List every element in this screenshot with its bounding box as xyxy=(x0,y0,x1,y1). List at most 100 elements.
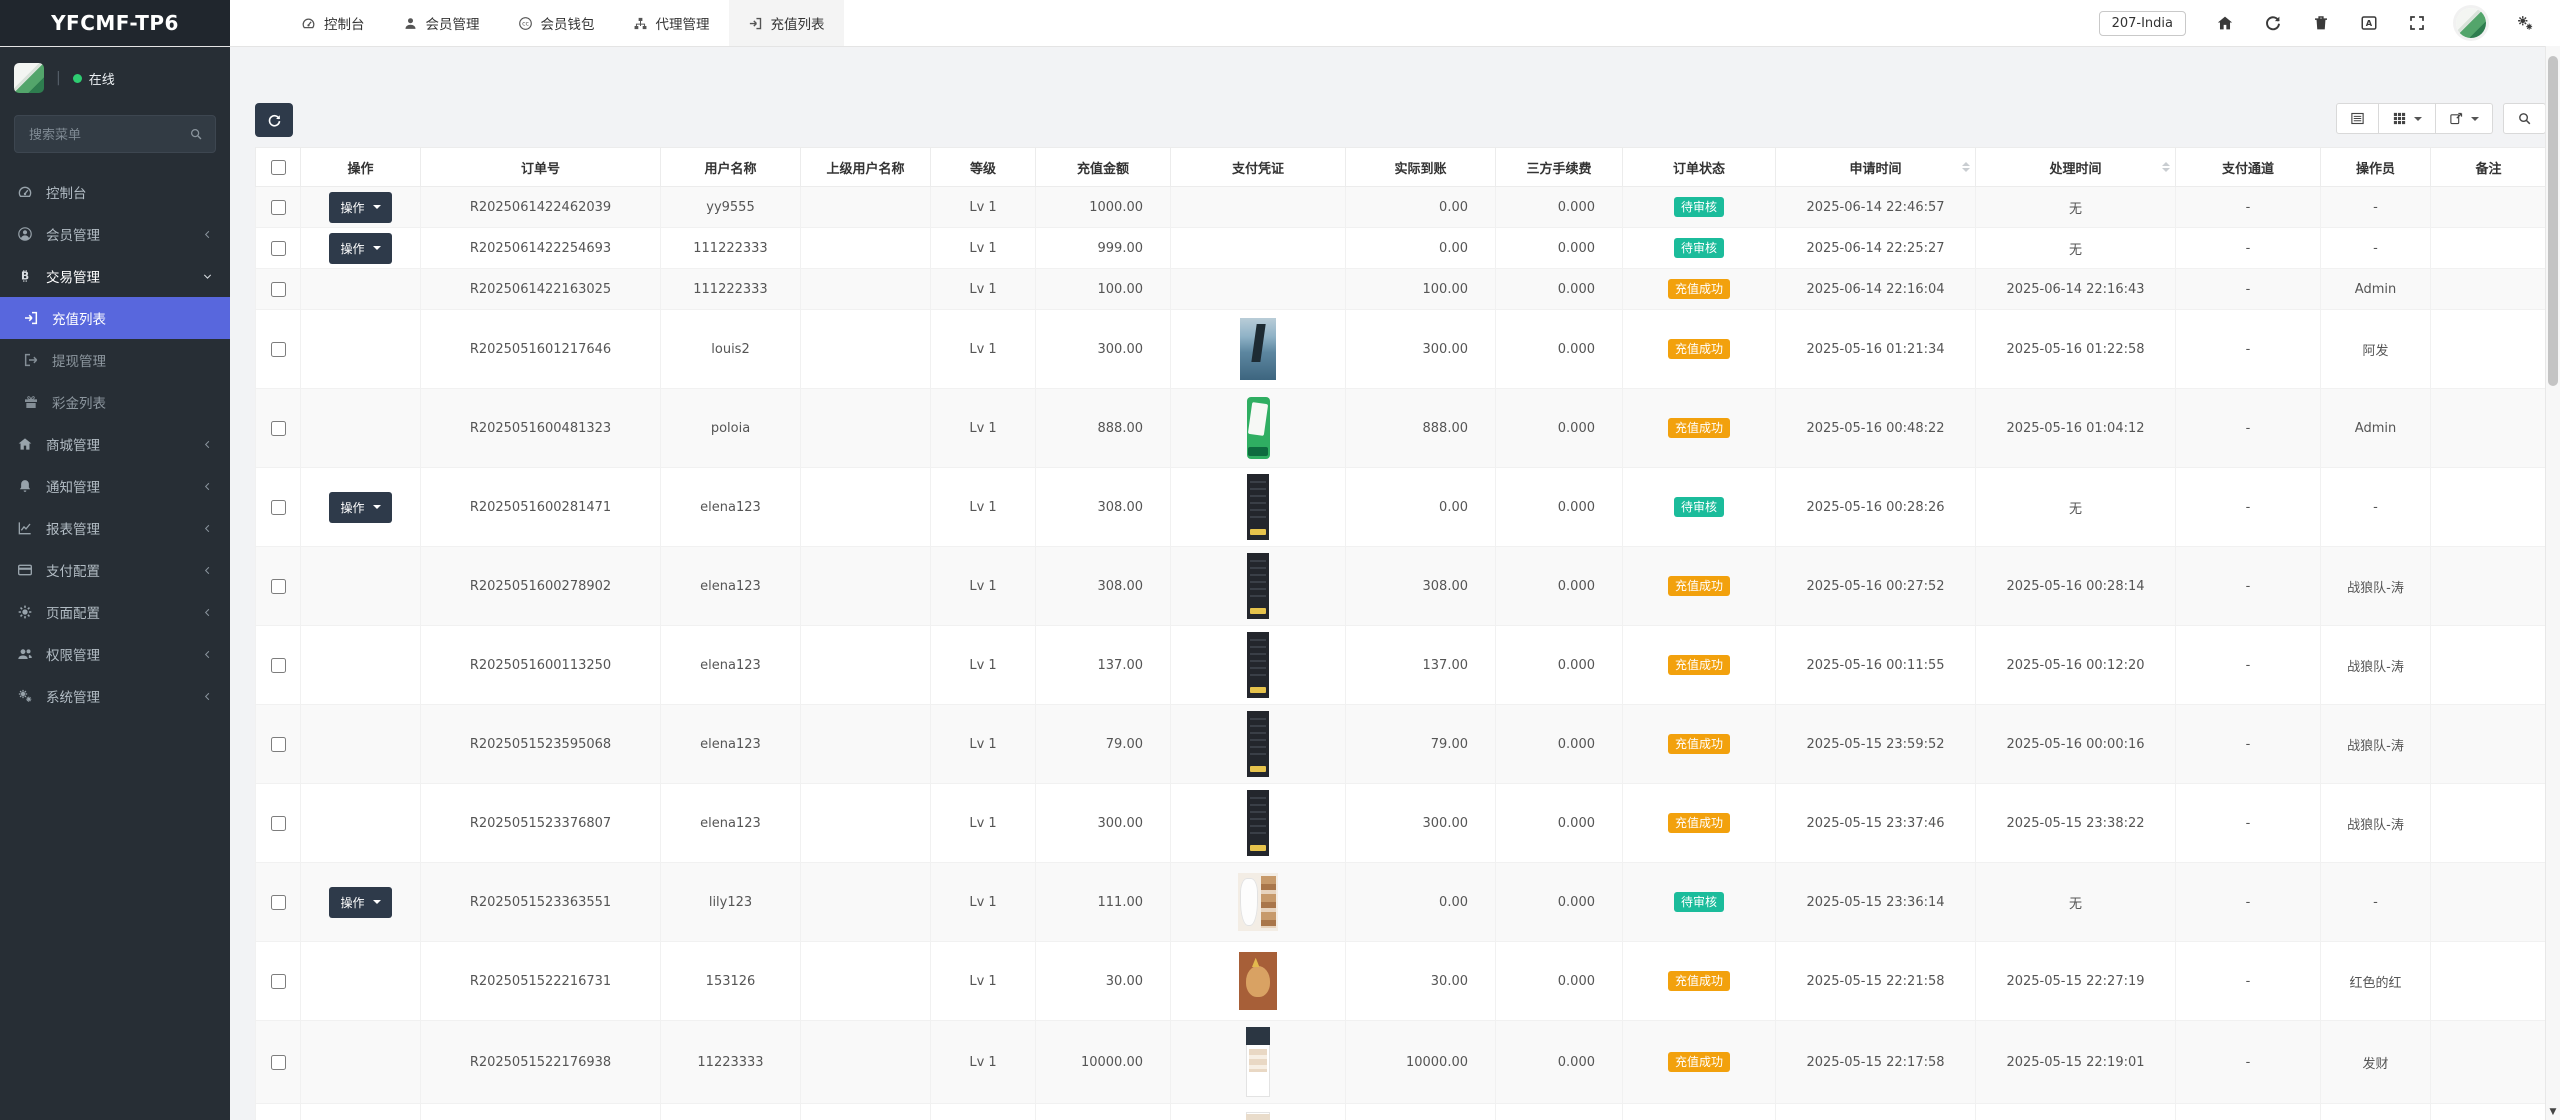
topbar-settings-button[interactable] xyxy=(2516,14,2534,32)
sidebar-item-withdraw-mgmt[interactable]: 提现管理 xyxy=(0,339,230,381)
language-icon: A xyxy=(2360,14,2378,32)
row-checkbox[interactable] xyxy=(271,895,286,910)
payment-voucher-image[interactable] xyxy=(1247,632,1269,698)
cell-parent xyxy=(801,310,931,389)
sidebar-item-member-mgmt[interactable]: 会员管理 xyxy=(0,213,230,255)
cell-action xyxy=(301,626,421,705)
cell-order-no: R2025051600281471 xyxy=(421,468,661,547)
cell-actual: 10000.00 xyxy=(1346,1021,1496,1104)
row-checkbox[interactable] xyxy=(271,241,286,256)
sidebar-item-dashboard[interactable]: 控制台 xyxy=(0,171,230,213)
column-header-process_time[interactable]: 处理时间 xyxy=(1976,148,2176,187)
row-checkbox[interactable] xyxy=(271,200,286,215)
cell-action: 操作 xyxy=(301,1104,421,1120)
refresh-table-button[interactable] xyxy=(255,103,293,137)
cell-level: Lv 1 xyxy=(931,1021,1036,1104)
sidebar-item-bonus-list[interactable]: 彩金列表 xyxy=(0,381,230,423)
row-checkbox[interactable] xyxy=(271,579,286,594)
topbar-home-button[interactable] xyxy=(2216,14,2234,32)
cell-status: 待审核 xyxy=(1623,863,1776,942)
row-checkbox[interactable] xyxy=(271,816,286,831)
tab-member-wallet[interactable]: cc会员钱包 xyxy=(499,0,614,46)
payment-voucher-image[interactable] xyxy=(1247,790,1269,856)
tab-member-mgmt[interactable]: 会员管理 xyxy=(384,0,499,46)
sidebar-item-recharge-list[interactable]: 充值列表 xyxy=(0,297,230,339)
select-all-checkbox[interactable] xyxy=(271,160,286,175)
topbar-language-button[interactable]: A xyxy=(2360,14,2378,32)
sidebar-item-trade-mgmt[interactable]: B交易管理 xyxy=(0,255,230,297)
row-checkbox[interactable] xyxy=(271,1055,286,1070)
tab-recharge-list[interactable]: 充值列表 xyxy=(729,0,844,46)
export-button[interactable] xyxy=(2436,103,2493,134)
sort-icon[interactable] xyxy=(1962,162,1970,172)
topbar-refresh-button[interactable] xyxy=(2264,14,2282,32)
row-checkbox[interactable] xyxy=(271,500,286,515)
payment-voucher-image[interactable] xyxy=(1246,1112,1270,1120)
payment-voucher-image[interactable] xyxy=(1246,1027,1270,1097)
cell-checkbox xyxy=(256,1021,301,1104)
tab-dashboard[interactable]: 控制台 xyxy=(282,0,384,46)
menu-search-input[interactable] xyxy=(27,126,189,143)
row-checkbox[interactable] xyxy=(271,737,286,752)
topbar-fullscreen-button[interactable] xyxy=(2408,14,2426,32)
cell-parent xyxy=(801,942,931,1021)
cell-status: 待审核 xyxy=(1623,1104,1776,1120)
sidebar-item-report-mgmt[interactable]: 报表管理 xyxy=(0,507,230,549)
cell-voucher xyxy=(1171,269,1346,310)
search-icon xyxy=(189,127,203,141)
sidebar-item-notice-mgmt[interactable]: 通知管理 xyxy=(0,465,230,507)
action-label: 操作 xyxy=(340,199,364,216)
cell-action xyxy=(301,784,421,863)
column-header-action: 操作 xyxy=(301,148,421,187)
chevron-left-icon xyxy=(202,649,213,660)
cell-level: Lv 1 xyxy=(931,784,1036,863)
row-checkbox[interactable] xyxy=(271,658,286,673)
user-avatar[interactable] xyxy=(14,63,44,93)
row-action-button[interactable]: 操作 xyxy=(329,192,391,223)
scrollbar-down-arrow-icon[interactable]: ▼ xyxy=(2546,1108,2560,1117)
row-checkbox[interactable] xyxy=(271,974,286,989)
sidebar-item-system-mgmt[interactable]: 系统管理 xyxy=(0,675,230,717)
list-view-button[interactable] xyxy=(2336,103,2379,134)
vertical-scrollbar[interactable]: ▼ xyxy=(2545,46,2560,1120)
online-status-label: 在线 xyxy=(89,69,115,88)
payment-voucher-image[interactable] xyxy=(1239,952,1277,1010)
topbar-trash-button[interactable] xyxy=(2312,14,2330,32)
cell-apply-time: 2025-05-16 00:27:52 xyxy=(1776,547,1976,626)
expand-icon xyxy=(2408,14,2426,32)
row-action-button[interactable]: 操作 xyxy=(329,492,391,523)
row-action-button[interactable]: 操作 xyxy=(329,233,391,264)
sidebar-item-perm-mgmt[interactable]: 权限管理 xyxy=(0,633,230,675)
payment-voucher-image[interactable] xyxy=(1247,711,1269,777)
payment-voucher-image[interactable] xyxy=(1247,553,1269,619)
cell-fee: 0.000 xyxy=(1496,942,1623,1021)
payment-voucher-image[interactable] xyxy=(1240,318,1276,380)
column-header-apply_time[interactable]: 申请时间 xyxy=(1776,148,1976,187)
sort-icon[interactable] xyxy=(2162,162,2170,172)
row-checkbox[interactable] xyxy=(271,282,286,297)
table-row: R2025051600113250elena123Lv 1137.00137.0… xyxy=(256,626,2547,705)
payment-voucher-image[interactable] xyxy=(1247,397,1270,459)
row-checkbox[interactable] xyxy=(271,421,286,436)
region-selector-button[interactable]: 207-India xyxy=(2099,11,2186,36)
cell-username: elena123 xyxy=(661,784,801,863)
cell-action xyxy=(301,310,421,389)
cell-remark xyxy=(2431,310,2547,389)
column-header-voucher: 支付凭证 xyxy=(1171,148,1346,187)
sidebar-item-pay-config[interactable]: 支付配置 xyxy=(0,549,230,591)
row-checkbox[interactable] xyxy=(271,342,286,357)
cell-remark xyxy=(2431,468,2547,547)
tab-agent-mgmt[interactable]: 代理管理 xyxy=(614,0,729,46)
scrollbar-thumb[interactable] xyxy=(2548,56,2558,386)
row-action-button[interactable]: 操作 xyxy=(329,887,391,918)
payment-voucher-image[interactable] xyxy=(1238,873,1278,931)
grid-view-button[interactable] xyxy=(2379,103,2436,134)
cell-checkbox xyxy=(256,389,301,468)
sidebar-item-mall-mgmt[interactable]: 商城管理 xyxy=(0,423,230,465)
table-search-button[interactable] xyxy=(2503,103,2546,134)
user-avatar[interactable] xyxy=(2456,8,2486,38)
payment-voucher-image[interactable] xyxy=(1247,474,1269,540)
status-badge: 充值成功 xyxy=(1668,279,1730,299)
sidebar-item-page-config[interactable]: 页面配置 xyxy=(0,591,230,633)
sidebar-toggle-button[interactable] xyxy=(230,0,282,46)
